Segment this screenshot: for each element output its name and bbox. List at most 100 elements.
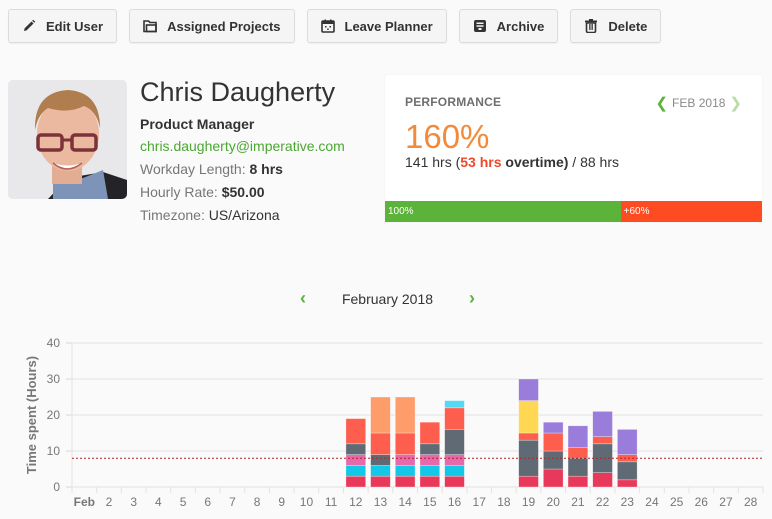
y-axis-label: Time spent (Hours)	[24, 356, 39, 474]
bar-segment-slate	[444, 429, 465, 455]
overtime-label: overtime)	[501, 154, 569, 170]
time-spent-chart: 0 10 20 30 40 Time spent (Hours) Feb 2 3 4 5 6 7 8 9 10…	[0, 330, 772, 519]
bar-segment-crimson	[617, 479, 638, 488]
x-tick-label: 28	[744, 495, 758, 509]
y-tick-label: 20	[47, 408, 61, 422]
performance-summary: 141 hrs (53 hrs overtime) / 88 hrs	[405, 154, 619, 170]
x-tick-label: 22	[596, 495, 610, 509]
x-tick-label: 5	[180, 495, 187, 509]
bar-segment-slate	[419, 443, 441, 455]
time-spent-chart-svg: 010203040Time spent (Hours)Feb 2 3 4 5 6 7 8 9 10…	[24, 336, 764, 509]
chevron-left-icon[interactable]: ‹	[300, 288, 306, 309]
bar-segment-cyan	[444, 465, 465, 477]
bar-segment-slate	[617, 461, 638, 481]
bar-segment-crimson	[567, 475, 589, 488]
chevron-right-icon[interactable]: ❯	[729, 94, 742, 112]
x-tick-label: 8	[254, 495, 261, 509]
bar-segment-sky	[444, 400, 465, 409]
user-email-link[interactable]: chris.daugherty@imperative.com	[140, 138, 345, 154]
pencil-icon	[22, 19, 36, 33]
performance-card: PERFORMANCE ❮ FEB 2018 ❯ 160% 141 hrs (5…	[385, 75, 762, 222]
delete-button[interactable]: Delete	[570, 9, 662, 43]
y-tick-label: 10	[47, 444, 61, 458]
bar-segment-red	[419, 421, 441, 445]
timezone-value: US/Arizona	[208, 207, 280, 223]
bar-segment-red	[370, 432, 391, 455]
performance-period: FEB 2018	[672, 96, 726, 110]
x-tick-label: 4	[155, 495, 162, 509]
delete-label: Delete	[608, 18, 648, 34]
x-tick-label: 20	[547, 495, 561, 509]
performance-bar-base: 100%	[385, 201, 621, 222]
x-tick-label: Feb	[74, 495, 95, 509]
x-tick-label: 18	[497, 495, 511, 509]
bar-segment-slate	[567, 457, 589, 477]
x-tick-label: 10	[300, 495, 314, 509]
x-tick-label: 6	[204, 495, 211, 509]
chevron-left-icon[interactable]: ❮	[655, 94, 668, 112]
x-tick-label: 3	[130, 495, 137, 509]
bar-segment-salmon	[394, 396, 416, 434]
performance-heading: PERFORMANCE	[405, 95, 502, 109]
bar-segment-pink	[345, 454, 366, 466]
hourly-rate: Hourly Rate: $50.00	[140, 184, 345, 200]
workday-length-label: Workday Length:	[140, 161, 246, 177]
bar-segment-red	[394, 432, 416, 455]
bar-segment-purple	[617, 429, 638, 455]
bar-segment-slate	[543, 450, 564, 470]
bar-segment-crimson	[518, 475, 539, 488]
bar-segment-crimson	[345, 475, 366, 488]
leave-planner-button[interactable]: Leave Planner	[306, 9, 447, 43]
bar-segment-crimson	[370, 475, 391, 488]
month-navigator: ‹ February 2018 ›	[300, 288, 475, 309]
user-toolbar: Edit User Assigned Projects Leave Planne…	[8, 9, 673, 43]
folder-icon	[143, 19, 157, 33]
assigned-projects-label: Assigned Projects	[167, 18, 281, 34]
user-profile: Chris Daugherty Product Manager chris.da…	[140, 76, 345, 223]
bar-segment-red	[518, 432, 539, 441]
archive-label: Archive	[496, 18, 545, 34]
bar-segment-crimson	[543, 468, 564, 488]
x-tick-label: 7	[229, 495, 236, 509]
x-tick-label: 9	[278, 495, 285, 509]
x-tick-label: 2	[106, 495, 113, 509]
hourly-rate-value: $50.00	[221, 184, 265, 200]
bar-segment-crimson	[419, 475, 441, 488]
bar-segment-salmon	[370, 396, 391, 434]
archive-button[interactable]: Archive	[458, 9, 559, 43]
bar-segment-crimson	[394, 475, 416, 488]
expected-hours: / 88 hrs	[568, 154, 620, 170]
assigned-projects-button[interactable]: Assigned Projects	[129, 9, 295, 43]
bar-segment-crimson	[592, 472, 613, 488]
hours-total: 141 hrs (	[405, 154, 461, 170]
y-tick-label: 40	[47, 336, 61, 350]
performance-bar-overtime: +60%	[620, 201, 762, 222]
user-avatar	[8, 80, 127, 199]
bar-segment-purple	[567, 425, 589, 448]
performance-bar: 100% +60%	[385, 201, 762, 222]
bar-segment-cyan	[370, 465, 391, 477]
x-tick-label: 19	[522, 495, 536, 509]
bar-segment-crimson	[444, 475, 465, 488]
trash-icon	[584, 19, 598, 33]
bar-segment-pink	[419, 454, 441, 466]
bar-segment-purple	[518, 378, 539, 401]
x-tick-label: 16	[448, 495, 462, 509]
chevron-right-icon[interactable]: ›	[469, 288, 475, 309]
hourly-rate-label: Hourly Rate:	[140, 184, 218, 200]
x-tick-label: 23	[621, 495, 635, 509]
x-tick-label: 17	[473, 495, 487, 509]
bar-segment-purple	[543, 421, 564, 434]
x-tick-label: 13	[374, 495, 388, 509]
overtime-hours: 53 hrs	[460, 154, 502, 170]
x-tick-label: 27	[719, 495, 733, 509]
workday-length-value: 8 hrs	[249, 161, 283, 177]
bar-segment-slate	[370, 454, 391, 466]
x-tick-label: 11	[325, 495, 338, 509]
timezone: Timezone: US/Arizona	[140, 207, 345, 223]
y-tick-label: 0	[53, 480, 60, 494]
edit-user-button[interactable]: Edit User	[8, 9, 118, 43]
bar-segment-yellow	[518, 400, 539, 434]
bar-segment-cyan	[394, 465, 416, 477]
bar-segment-purple	[592, 411, 613, 437]
